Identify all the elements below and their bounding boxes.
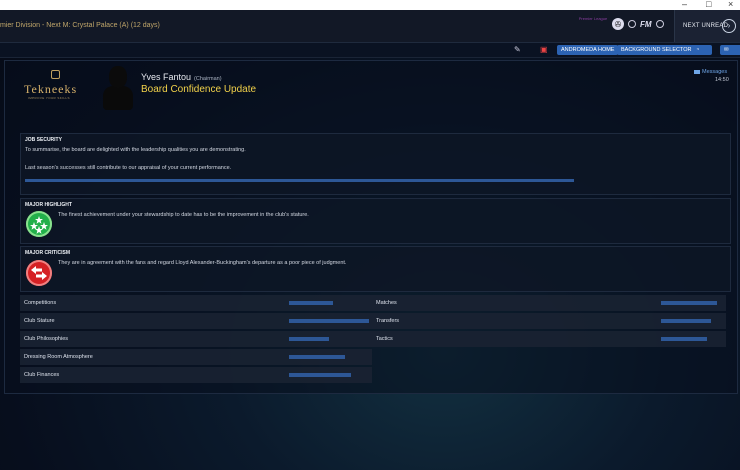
stat-label: Competitions: [24, 300, 57, 306]
fm-logo[interactable]: FM: [640, 20, 652, 29]
message-time: 14:50: [715, 77, 729, 83]
andromeda-home-button[interactable]: ANDROMEDA HOME: [557, 45, 619, 55]
mail-icon: [694, 69, 700, 74]
stars-icon: [26, 211, 52, 237]
top-icons: ✇ FM: [612, 18, 664, 30]
close-button[interactable]: ×: [728, 0, 733, 9]
stat-bar: [289, 373, 351, 377]
stat-row[interactable]: Dressing Room Atmosphere: [20, 349, 372, 365]
minimize-button[interactable]: –: [682, 0, 687, 9]
major-criticism-heading: MAJOR CRITICISM: [25, 250, 70, 256]
club-tagline: IMPROVE YOUR SKILLS: [28, 96, 70, 100]
job-security-heading: JOB SECURITY: [25, 137, 62, 143]
stat-bar: [289, 337, 329, 341]
top-bar: mier Division - Next M: Crystal Palace (…: [0, 10, 740, 43]
job-security-bar: [25, 179, 574, 182]
messages-link[interactable]: Messages: [694, 69, 727, 75]
stat-label: Club Philosophies: [24, 336, 69, 342]
stat-row[interactable]: Competitions: [20, 295, 372, 311]
edit-icon[interactable]: ✎: [514, 45, 521, 54]
job-security-line1: To summarise, the board are delighted wi…: [25, 147, 246, 153]
stat-row[interactable]: Transfers: [372, 313, 726, 329]
sender: Yves Fantou (Chairman): [141, 72, 222, 82]
skin-toolbar: ✎ ▣ ANDROMEDA HOME BACKGROUND SELECTOR ◔…: [0, 43, 740, 58]
crest-icon: [51, 70, 60, 79]
settings-dot-icon[interactable]: [655, 20, 664, 28]
stat-row[interactable]: Club Finances: [20, 367, 372, 383]
major-highlight-section: MAJOR HIGHLIGHT The finest achievement u…: [20, 198, 731, 244]
messages-label: Messages: [702, 69, 728, 75]
stat-row[interactable]: Matches: [372, 295, 726, 311]
speed-icon[interactable]: ◔: [692, 45, 712, 55]
job-security-section: JOB SECURITY To summarise, the board are…: [20, 133, 731, 195]
transfer-arrows-icon: [26, 260, 52, 286]
background-selector-button[interactable]: BACKGROUND SELECTOR: [617, 45, 696, 55]
news-icon[interactable]: ▣: [540, 45, 548, 54]
major-criticism-text: They are in agreement with the fans and …: [58, 260, 347, 266]
next-unread-button[interactable]: NEXT UNREAD ›: [674, 10, 740, 42]
stat-label: Transfers: [376, 318, 400, 324]
stat-label: Tactics: [376, 336, 393, 342]
maximize-button[interactable]: □: [706, 0, 711, 9]
stat-bar: [289, 355, 345, 359]
stat-label: Dressing Room Atmosphere: [24, 354, 93, 360]
sender-role: (Chairman): [194, 76, 222, 82]
job-security-line2: Last season's successes still contribute…: [25, 165, 232, 171]
club-name: Tekneeks: [24, 82, 78, 96]
confidence-grid: Competitions Club Stature Club Philosoph…: [20, 295, 730, 390]
major-highlight-heading: MAJOR HIGHLIGHT: [25, 202, 72, 208]
status-dot-icon[interactable]: [628, 20, 636, 28]
stat-row[interactable]: Club Stature: [20, 313, 372, 329]
chairman-avatar[interactable]: [103, 66, 133, 110]
major-criticism-section: MAJOR CRITICISM They are in agreement wi…: [20, 246, 731, 292]
stat-bar: [289, 301, 333, 305]
sender-name[interactable]: Yves Fantou: [141, 72, 191, 82]
club-logo: Tekneeks IMPROVE YOUR SKILLS: [24, 70, 88, 100]
stat-row[interactable]: Club Philosophies: [20, 331, 372, 347]
next-match-info[interactable]: mier Division - Next M: Crystal Palace (…: [0, 22, 160, 29]
league-logo: Premier League: [578, 16, 608, 21]
game-menu-icon[interactable]: ✇: [612, 18, 624, 30]
mail-icon[interactable]: ✉: [720, 45, 740, 55]
window-titlebar: – □ ×: [0, 0, 740, 10]
stat-bar: [661, 301, 717, 305]
stat-label: Matches: [376, 300, 397, 306]
stat-label: Club Finances: [24, 372, 60, 378]
stat-bar: [661, 319, 711, 323]
stat-bar: [661, 337, 707, 341]
stat-label: Club Stature: [24, 318, 55, 324]
stat-bar: [289, 319, 369, 323]
message-title: Board Confidence Update: [141, 84, 257, 95]
major-highlight-text: The finest achievement under your stewar…: [58, 212, 309, 218]
stat-row[interactable]: Tactics: [372, 331, 726, 347]
chevron-right-icon: ›: [722, 19, 736, 33]
